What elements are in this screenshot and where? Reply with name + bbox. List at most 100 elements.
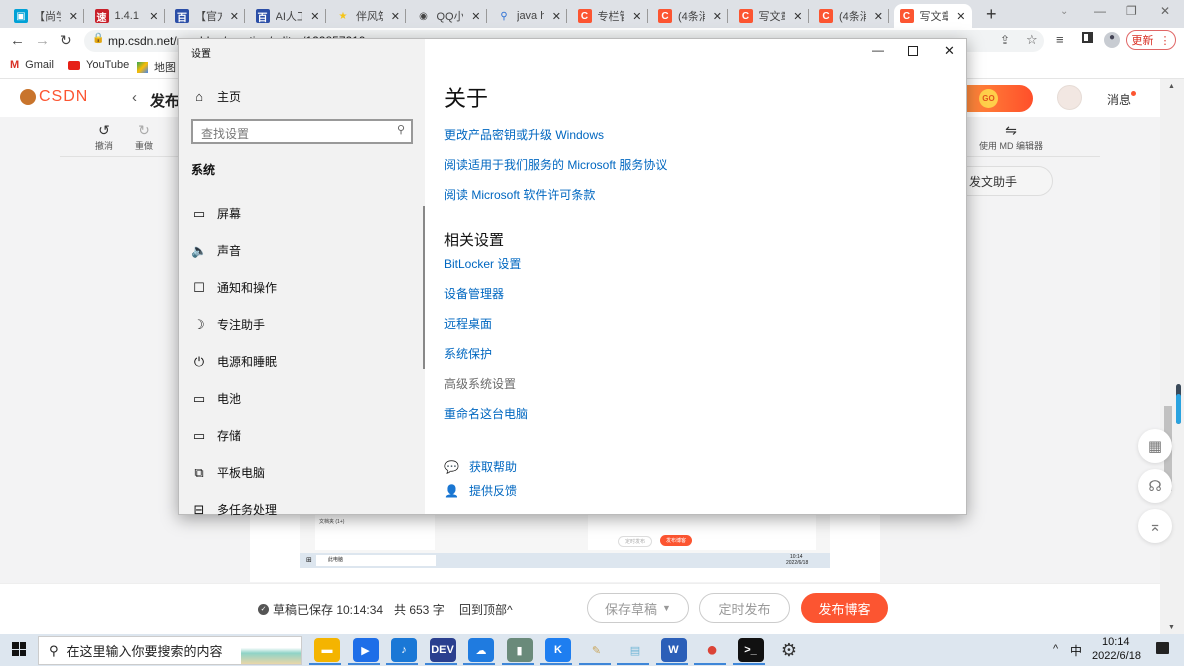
- back-button[interactable]: ←: [10, 32, 25, 49]
- browser-tab[interactable]: ★ 伴风筑 ✕: [330, 4, 406, 28]
- scroll-up-arrow[interactable]: ▲: [1168, 83, 1175, 90]
- md-editor-button[interactable]: ⇋ 使用 MD 编辑器: [975, 122, 1047, 152]
- bookmark-youtube[interactable]: YouTube: [68, 59, 129, 71]
- tab-close-icon[interactable]: ✕: [713, 10, 722, 23]
- restore-browser-button[interactable]: ❐: [1126, 4, 1137, 18]
- customer-service-button[interactable]: ☊: [1138, 469, 1172, 503]
- taskbar-search-box[interactable]: ⚲ 在这里输入你要搜索的内容: [38, 636, 302, 665]
- minimize-browser-button[interactable]: —: [1094, 4, 1106, 18]
- paint-icon[interactable]: ✎: [584, 638, 610, 662]
- settings-nav-item[interactable]: ⊟ 多任务处理: [191, 501, 277, 518]
- tab-close-icon[interactable]: ✕: [471, 10, 480, 23]
- clock-date[interactable]: 2022/6/18: [1092, 650, 1141, 662]
- settings-close-button[interactable]: ✕: [944, 43, 955, 59]
- save-draft-button[interactable]: 保存草稿 ▼: [587, 593, 689, 623]
- terminal-icon[interactable]: >_: [737, 638, 764, 662]
- tab-close-icon[interactable]: ✕: [956, 10, 965, 23]
- tab-close-icon[interactable]: ✕: [391, 10, 400, 23]
- window-app-icon[interactable]: ▮: [506, 638, 533, 662]
- browser-tab[interactable]: C 专栏管 ✕: [572, 4, 648, 28]
- tab-close-icon[interactable]: ✕: [552, 10, 561, 23]
- settings-nav-item[interactable]: ⧉ 平板电脑: [191, 464, 265, 481]
- browser-tab[interactable]: C (4条消 ✕: [813, 4, 889, 28]
- browser-tab[interactable]: ▣ 【尚学 ✕: [8, 4, 84, 28]
- settings-nav-item[interactable]: ▭ 存储: [191, 427, 241, 444]
- sidebar-scrollbar[interactable]: [423, 206, 425, 369]
- share-icon[interactable]: ⇪: [1000, 33, 1010, 47]
- tab-close-icon[interactable]: ✕: [793, 10, 802, 23]
- word-icon[interactable]: W: [660, 638, 687, 662]
- schedule-publish-button[interactable]: 定时发布: [699, 593, 790, 623]
- k-app-icon[interactable]: K: [545, 638, 571, 662]
- tab-close-icon[interactable]: ✕: [310, 10, 319, 23]
- file-explorer-icon[interactable]: ▬: [314, 638, 340, 662]
- feishu-icon[interactable]: ▶: [352, 638, 379, 662]
- related-setting-link[interactable]: 远程桌面: [444, 315, 492, 332]
- settings-maximize-button[interactable]: [908, 46, 918, 56]
- about-link[interactable]: 阅读适用于我们服务的 Microsoft 服务协议: [444, 156, 667, 173]
- settings-gear-icon[interactable]: ⚙: [776, 638, 802, 662]
- go-activity-banner[interactable]: GO: [967, 85, 1033, 112]
- forward-button[interactable]: →: [35, 32, 50, 49]
- reading-list-icon[interactable]: ≡: [1056, 32, 1064, 47]
- tab-close-icon[interactable]: ✕: [69, 10, 78, 23]
- tab-search-icon[interactable]: ⌄: [1060, 6, 1068, 17]
- app-icon[interactable]: ♪: [391, 638, 417, 662]
- browser-tab[interactable]: C 写文章 ✕: [893, 4, 972, 28]
- tray-overflow-button[interactable]: ^: [1053, 643, 1058, 655]
- update-button[interactable]: 更新 ⋮: [1126, 30, 1176, 50]
- page-scrollbar[interactable]: ▲ ▼: [1160, 79, 1184, 634]
- related-setting-link[interactable]: BitLocker 设置: [444, 255, 521, 272]
- new-tab-button[interactable]: +: [986, 4, 997, 25]
- scroll-down-arrow[interactable]: ▼: [1168, 624, 1175, 631]
- settings-nav-item[interactable]: ☽ 专注助手: [191, 316, 265, 333]
- browser-tab[interactable]: ◉ QQ小程 ✕: [411, 4, 487, 28]
- browser-tab[interactable]: C (4条消 ✕: [652, 4, 728, 28]
- tab-close-icon[interactable]: ✕: [149, 10, 158, 23]
- browser-tab[interactable]: 速 1.4.1 JC ✕: [89, 4, 165, 28]
- about-link[interactable]: 阅读 Microsoft 软件许可条款: [444, 186, 595, 203]
- tab-close-icon[interactable]: ✕: [874, 10, 883, 23]
- settings-search-input[interactable]: 查找设置 ⚲: [191, 119, 413, 144]
- start-button[interactable]: [12, 642, 26, 656]
- reload-button[interactable]: ↻: [60, 32, 72, 49]
- browser-tab[interactable]: ⚲ java he ✕: [491, 4, 567, 28]
- browser-tab[interactable]: C 写文章 ✕: [733, 4, 809, 28]
- cloud-icon[interactable]: ☁: [468, 638, 494, 662]
- side-panel-icon[interactable]: [1082, 32, 1093, 43]
- settings-nav-item[interactable]: ☐ 通知和操作: [191, 279, 277, 296]
- back-to-top-link[interactable]: 回到顶部^: [459, 601, 513, 618]
- profile-avatar[interactable]: ●: [1104, 32, 1120, 48]
- browser-tab[interactable]: 百 AI人工 ✕: [250, 4, 326, 28]
- bookmark-gmail[interactable]: M Gmail: [10, 59, 54, 71]
- bookmark-star-icon[interactable]: ☆: [1026, 32, 1038, 48]
- close-browser-button[interactable]: ✕: [1160, 4, 1170, 18]
- about-link[interactable]: 更改产品密钥或升级 Windows: [444, 126, 604, 143]
- dev-cpp-icon[interactable]: DEV: [429, 638, 456, 662]
- qrcode-button[interactable]: ▦: [1138, 429, 1172, 463]
- undo-button[interactable]: ↺ 撤消: [93, 122, 115, 152]
- tab-close-icon[interactable]: ✕: [230, 10, 239, 23]
- settings-home-link[interactable]: ⌂ 主页: [191, 88, 241, 105]
- user-avatar[interactable]: [1057, 85, 1082, 110]
- get-help-link[interactable]: 💬 获取帮助: [444, 458, 517, 475]
- back-arrow-button[interactable]: ‹: [132, 89, 137, 106]
- related-setting-link[interactable]: 高级系统设置: [444, 375, 516, 392]
- redo-button[interactable]: ↻ 重做: [133, 122, 155, 152]
- scroll-to-top-button[interactable]: ⌅: [1138, 509, 1172, 543]
- settings-nav-item[interactable]: ⏻ 电源和睡眠: [191, 353, 277, 370]
- browser-tab[interactable]: 百【官方 ✕: [169, 4, 245, 28]
- chrome-icon[interactable]: ●: [699, 638, 725, 662]
- settings-nav-item[interactable]: 🔈 声音: [191, 242, 241, 259]
- settings-minimize-button[interactable]: —: [872, 43, 884, 57]
- feedback-link[interactable]: 👤 提供反馈: [444, 482, 517, 499]
- messages-link[interactable]: 消息: [1107, 91, 1137, 108]
- tab-close-icon[interactable]: ✕: [632, 10, 641, 23]
- related-setting-link[interactable]: 系统保护: [444, 345, 492, 362]
- settings-nav-item[interactable]: ▭ 电池: [191, 390, 241, 407]
- publish-blog-button[interactable]: 发布博客: [801, 593, 888, 623]
- ime-indicator[interactable]: 中: [1070, 642, 1082, 659]
- bookmark-maps[interactable]: 地图: [137, 59, 176, 75]
- clock-time[interactable]: 10:14: [1102, 636, 1130, 648]
- settings-nav-item[interactable]: ▭ 屏幕: [191, 205, 241, 222]
